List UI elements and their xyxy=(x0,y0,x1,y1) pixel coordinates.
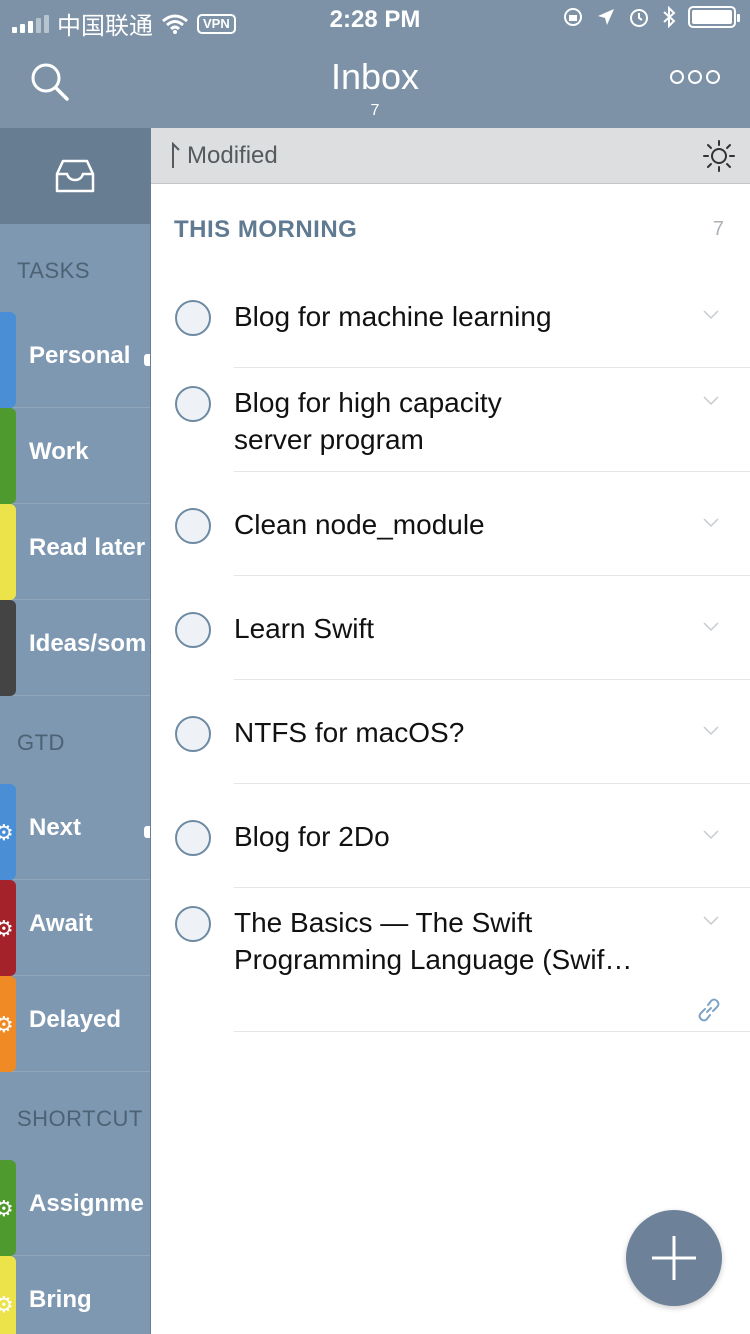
rotation-lock-icon xyxy=(564,8,582,26)
list-color-bar xyxy=(0,408,16,504)
sidebar-heading-tasks: TASKS xyxy=(17,258,91,283)
sidebar-item-await[interactable]: ⚙ Await xyxy=(0,880,150,976)
list-color-bar xyxy=(0,312,16,408)
sidebar-item-read-later[interactable]: Read later xyxy=(0,504,150,600)
task-title: Clean node_module xyxy=(234,509,485,540)
sidebar-item-assignments[interactable]: ⚙ Assignme xyxy=(0,1160,150,1256)
battery-icon xyxy=(688,6,740,28)
more-icon[interactable] xyxy=(670,70,720,84)
sidebar-item-label: Work xyxy=(29,438,89,465)
sidebar-item-label: Read later xyxy=(29,534,146,561)
sidebar-heading-shortcut: SHORTCUT xyxy=(17,1106,143,1131)
alarm-icon xyxy=(630,9,648,27)
sidebar: TASKS Personal Work Read later Ideas/som… xyxy=(0,128,150,1334)
sort-arrow-icon xyxy=(172,142,180,168)
gear-icon: ⚙ xyxy=(0,1196,14,1221)
sidebar-item-delayed[interactable]: ⚙ Delayed xyxy=(0,976,150,1072)
sidebar-item-label: Next xyxy=(29,814,82,841)
sidebar-item-label: Delayed xyxy=(29,1006,122,1033)
bluetooth-icon xyxy=(663,6,676,28)
task-title: NTFS for macOS? xyxy=(234,717,465,748)
task-checkbox[interactable] xyxy=(175,508,211,544)
sidebar-item-work[interactable]: Work xyxy=(0,408,150,504)
gear-icon: ⚙ xyxy=(0,820,14,845)
plus-icon xyxy=(652,1236,696,1280)
sidebar-item-label: Await xyxy=(29,910,93,937)
task-checkbox[interactable] xyxy=(175,300,211,336)
task-checkbox[interactable] xyxy=(175,386,211,422)
add-task-button[interactable] xyxy=(626,1210,722,1306)
chevron-down-icon[interactable] xyxy=(703,726,719,736)
task-title: Blog for high capacity server program xyxy=(234,387,502,455)
sidebar-item-personal[interactable]: Personal xyxy=(0,312,150,408)
sidebar-item-label: Ideas/som xyxy=(29,630,147,657)
task-row[interactable]: NTFS for macOS? xyxy=(151,680,750,784)
status-bar: 中国联通 VPN 2:28 PM xyxy=(0,0,750,40)
gear-icon: ⚙ xyxy=(0,916,14,941)
task-row[interactable]: The Basics — The Swift Programming Langu… xyxy=(151,888,750,1032)
location-icon xyxy=(598,9,614,25)
chevron-down-icon[interactable] xyxy=(703,310,719,320)
sort-bar[interactable]: Modified xyxy=(151,128,750,184)
sidebar-item-bring[interactable]: ⚙ Bring xyxy=(0,1256,150,1334)
page-title: Inbox xyxy=(330,56,420,97)
gear-icon: ⚙ xyxy=(0,1292,14,1317)
task-row[interactable]: Learn Swift xyxy=(151,576,750,680)
status-icons xyxy=(562,6,740,28)
chevron-down-icon[interactable] xyxy=(703,396,719,406)
task-title: Learn Swift xyxy=(234,613,375,644)
sidebar-item-label: Personal xyxy=(29,342,131,369)
task-checkbox[interactable] xyxy=(175,906,211,942)
section-count: 7 xyxy=(712,218,724,240)
chevron-down-icon[interactable] xyxy=(703,916,719,926)
task-title: The Basics — The Swift Programming Langu… xyxy=(234,907,633,975)
task-row[interactable]: Blog for 2Do xyxy=(151,784,750,888)
row-divider xyxy=(234,1031,750,1032)
list-color-bar xyxy=(0,504,16,600)
sidebar-item-next[interactable]: ⚙ Next xyxy=(0,784,150,880)
navigation-bar: 中国联通 VPN 2:28 PM Inbox 7 xyxy=(0,0,750,128)
sidebar-item-ideas[interactable]: Ideas/som xyxy=(0,600,150,696)
sidebar-inbox[interactable] xyxy=(0,128,150,224)
link-icon[interactable] xyxy=(695,996,723,1024)
section-title: THIS MORNING xyxy=(174,216,358,243)
sort-label: Modified xyxy=(187,142,278,169)
task-row[interactable]: Blog for high capacity server program xyxy=(151,368,750,472)
task-checkbox[interactable] xyxy=(175,716,211,752)
chevron-down-icon[interactable] xyxy=(703,622,719,632)
sidebar-item-label: Assignme xyxy=(29,1190,144,1217)
sidebar-heading-gtd: GTD xyxy=(17,730,65,755)
inbox-icon xyxy=(55,159,95,193)
task-title: Blog for 2Do xyxy=(234,821,390,852)
task-list-panel: Modified THIS MORNING 7 Blog for machine… xyxy=(150,128,750,1334)
task-row[interactable]: Clean node_module xyxy=(151,472,750,576)
task-checkbox[interactable] xyxy=(175,820,211,856)
sun-icon[interactable] xyxy=(703,140,735,172)
chevron-down-icon[interactable] xyxy=(703,518,719,528)
chevron-down-icon[interactable] xyxy=(703,830,719,840)
task-row[interactable]: Blog for machine learning xyxy=(151,278,750,368)
inbox-count: 7 xyxy=(370,102,380,119)
gear-icon: ⚙ xyxy=(0,1012,14,1037)
task-title: Blog for machine learning xyxy=(234,301,552,332)
list-color-bar xyxy=(0,600,16,696)
task-checkbox[interactable] xyxy=(175,612,211,648)
sidebar-item-label: Bring xyxy=(29,1286,92,1313)
